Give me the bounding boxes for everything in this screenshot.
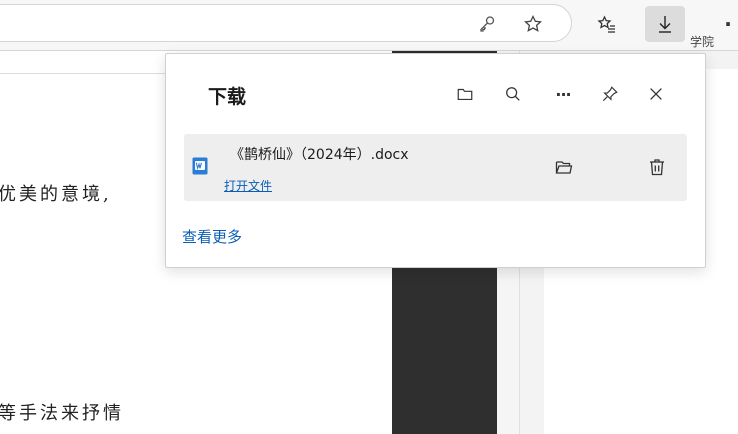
- open-folder-icon[interactable]: [545, 148, 583, 186]
- download-item[interactable]: 《鹊桥仙》（2024年）.docx 打开文件: [184, 134, 687, 201]
- browser-toolbar: ·: [0, 0, 738, 51]
- side-panel-text: 学院: [690, 35, 715, 49]
- download-file-name: 《鹊桥仙》（2024年）.docx: [230, 147, 409, 163]
- downloads-title: 下载: [208, 86, 247, 108]
- favorites-list-icon[interactable]: [590, 7, 624, 41]
- trash-icon[interactable]: [638, 148, 676, 186]
- document-line-2: 等手法来抒情: [0, 403, 124, 424]
- document-line-1: 优美的意境,: [0, 184, 112, 205]
- downloads-flyout: 下载 ··· 《鹊桥仙》（2024年）.docx 打开文件 查看更多: [165, 53, 706, 268]
- more-icon[interactable]: ···: [549, 80, 577, 108]
- download-arrow-icon[interactable]: [645, 6, 685, 42]
- see-more-link[interactable]: 查看更多: [182, 226, 242, 247]
- star-icon[interactable]: [516, 7, 550, 41]
- pin-icon[interactable]: [596, 80, 624, 108]
- search-icon[interactable]: [499, 80, 527, 108]
- word-doc-icon: [192, 157, 208, 175]
- more-options-icon[interactable]: ·: [718, 7, 738, 41]
- key-icon[interactable]: [470, 7, 504, 41]
- close-icon[interactable]: [642, 80, 670, 108]
- folder-icon[interactable]: [451, 80, 479, 108]
- open-file-link[interactable]: 打开文件: [224, 177, 272, 194]
